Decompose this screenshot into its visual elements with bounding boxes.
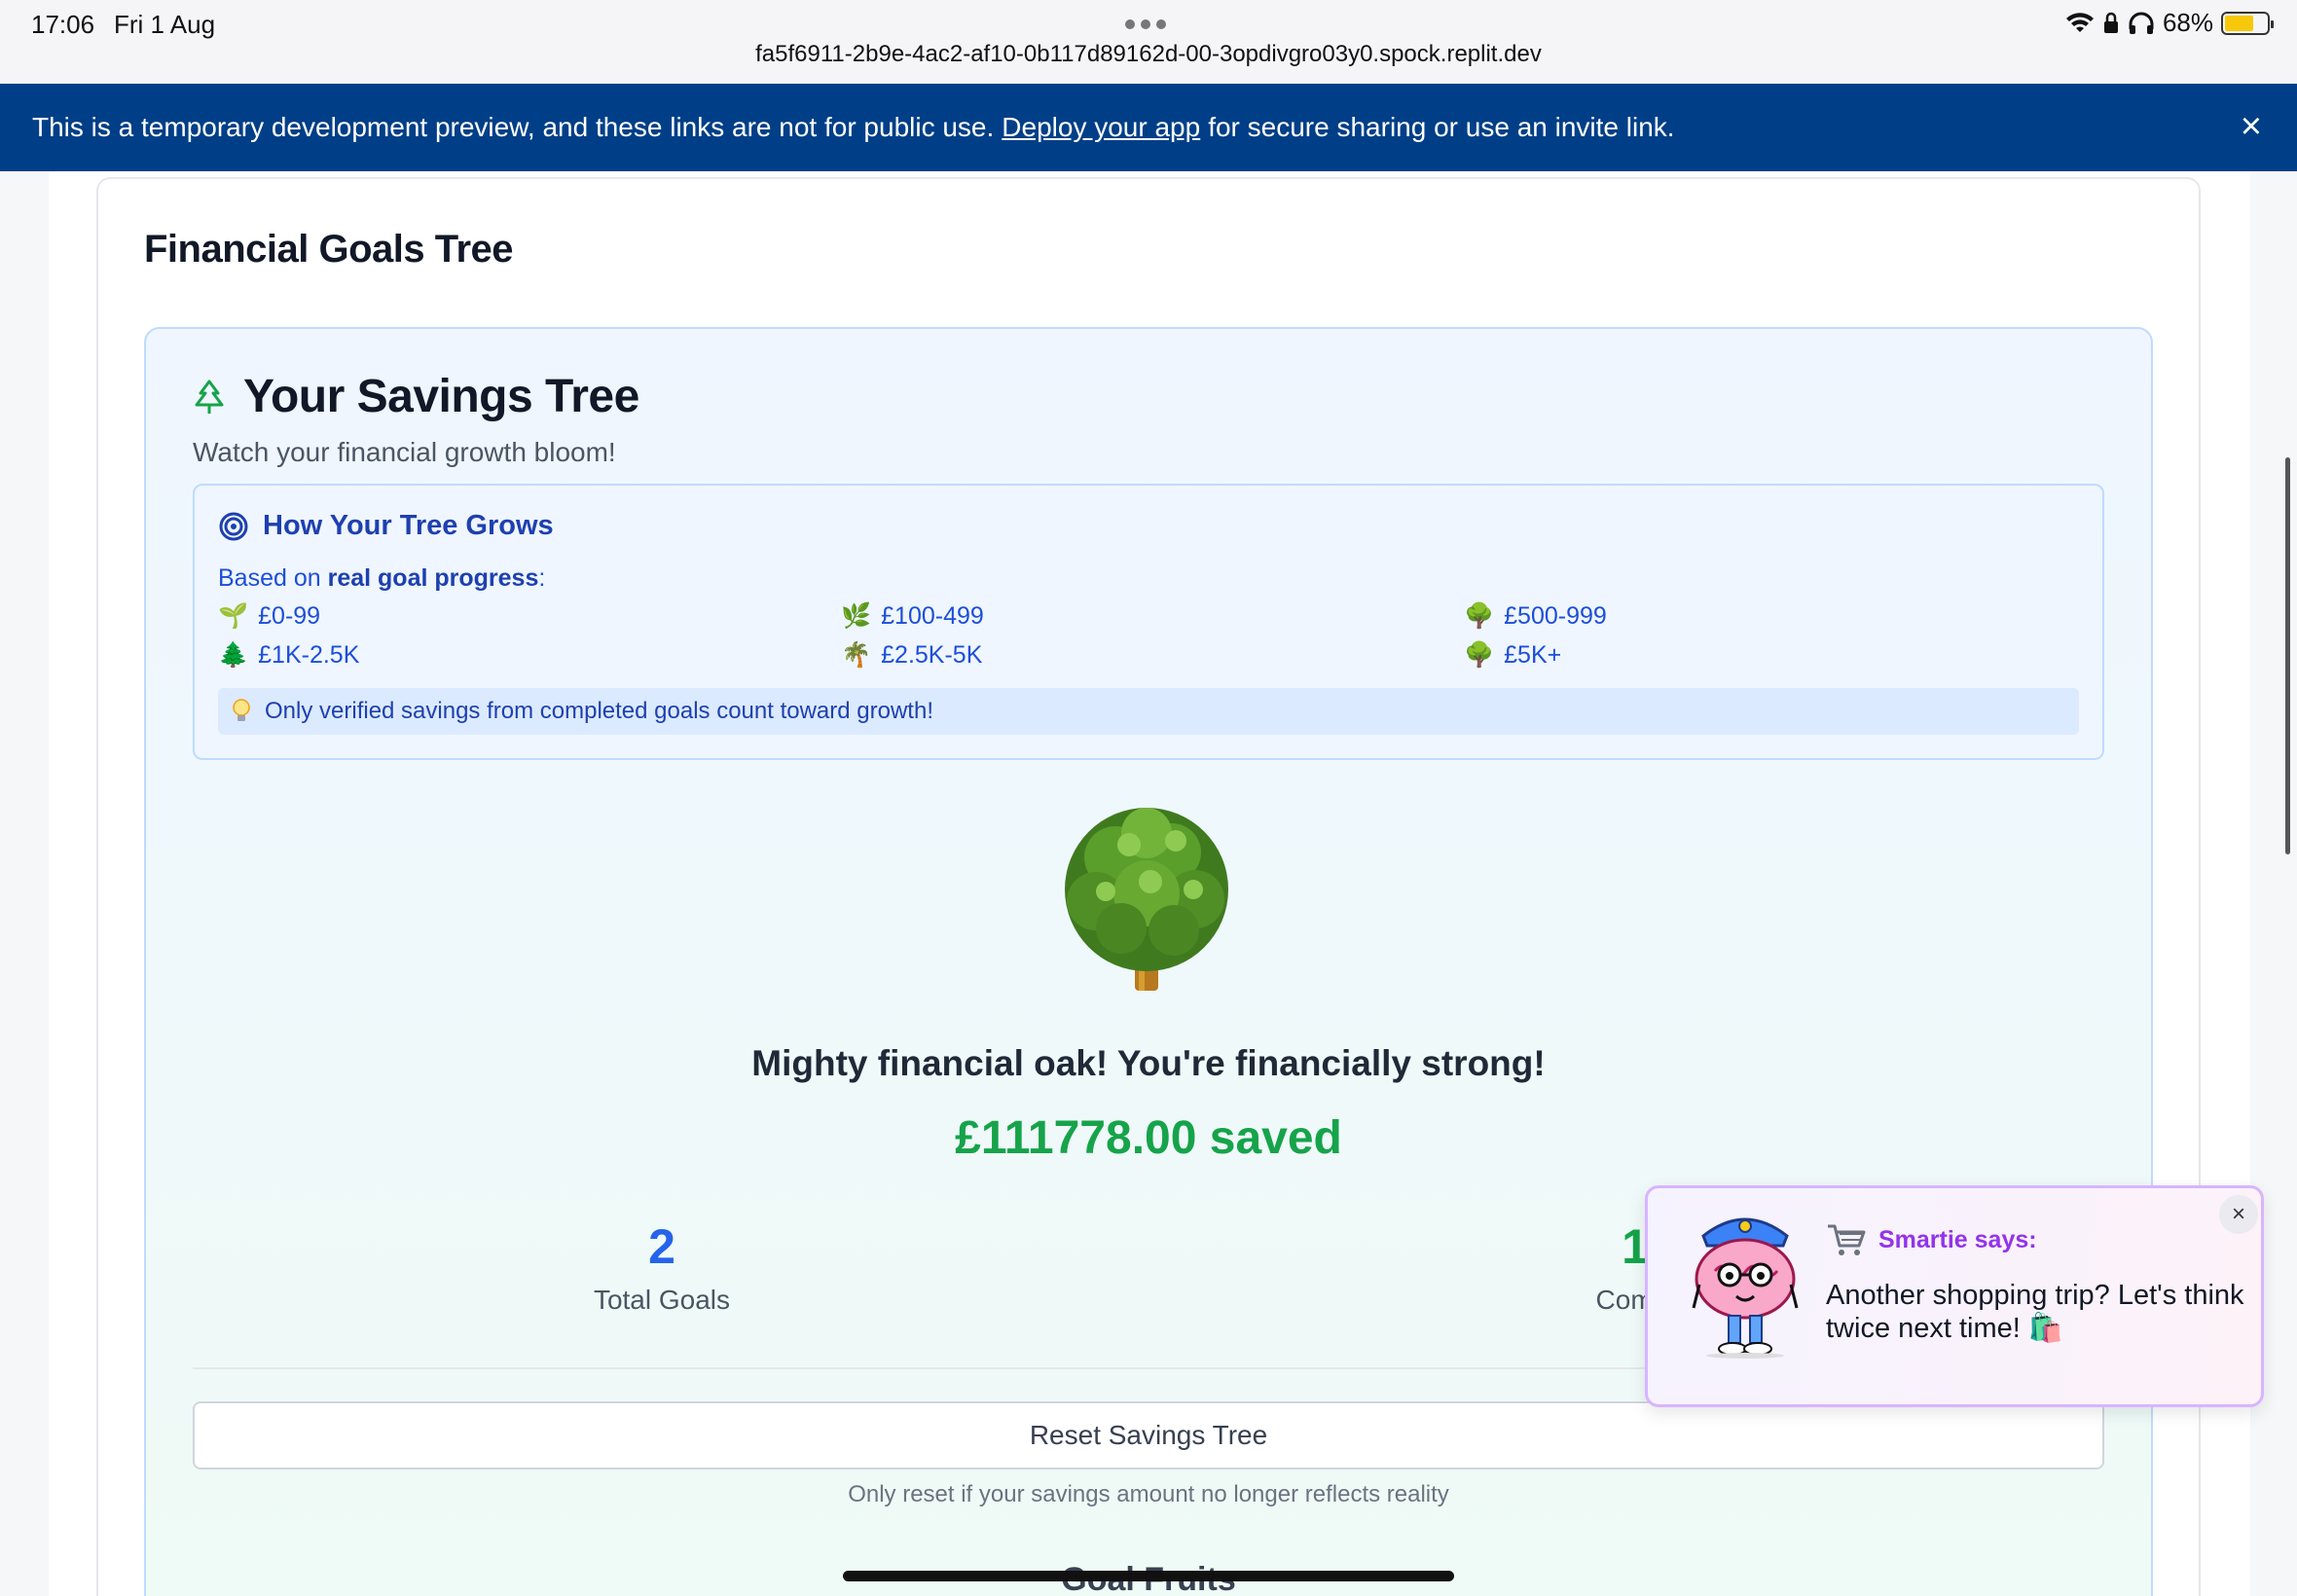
page-title: Financial Goals Tree bbox=[144, 228, 514, 271]
stage-label: £1K-2.5K bbox=[258, 641, 360, 669]
toast-header: Smartie says: bbox=[1826, 1222, 2037, 1257]
palm-tree-icon: 🌴 bbox=[841, 641, 872, 669]
growth-tip-text: Only verified savings from completed goa… bbox=[265, 698, 933, 724]
headphones-icon bbox=[2129, 12, 2154, 34]
smartie-brain-mascot bbox=[1692, 1217, 1799, 1359]
toast-message: Another shopping trip? Let's think twice… bbox=[1826, 1280, 2244, 1344]
stage-label: £0-99 bbox=[258, 602, 321, 630]
basis-suffix: : bbox=[538, 564, 546, 592]
stage-label: £500-999 bbox=[1504, 602, 1607, 630]
savings-tree-header: Your Savings Tree bbox=[193, 370, 639, 423]
battery-icon bbox=[2221, 11, 2274, 35]
basis-prefix: Based on bbox=[218, 564, 321, 592]
savings-tree-subtitle: Watch your financial growth bloom! bbox=[193, 437, 616, 467]
tree-icon bbox=[195, 380, 224, 414]
status-indicators: 68% bbox=[2065, 8, 2274, 38]
shopping-cart-icon bbox=[1828, 1224, 1866, 1255]
how-tree-grows-heading: How Your Tree Grows bbox=[218, 510, 554, 542]
lightbulb-icon bbox=[233, 699, 250, 721]
how-tree-grows-title: How Your Tree Grows bbox=[263, 510, 554, 541]
dev-preview-banner: This is a temporary development preview,… bbox=[0, 84, 2297, 171]
basis-bold: real goal progress bbox=[327, 564, 539, 592]
scrollbar-thumb[interactable] bbox=[2285, 457, 2290, 854]
stage-item: 🌳 £5K+ bbox=[1464, 641, 1561, 670]
stage-item: 🌴 £2.5K-5K bbox=[841, 641, 982, 670]
stage-item: 🌿 £100-499 bbox=[841, 602, 984, 631]
herb-icon: 🌿 bbox=[841, 602, 872, 630]
battery-percent: 68% bbox=[2162, 8, 2213, 37]
reset-note: Only reset if your savings amount no lon… bbox=[848, 1481, 1449, 1507]
growth-tip: Only verified savings from completed goa… bbox=[218, 688, 2079, 735]
toast-close-button[interactable]: × bbox=[2219, 1195, 2258, 1234]
total-goals-value: 2 bbox=[648, 1219, 675, 1274]
deploy-app-link[interactable]: Deploy your app bbox=[1002, 112, 1200, 143]
tree-status-message: Mighty financial oak! You're financially… bbox=[751, 1043, 1546, 1083]
oak-tree-illustration bbox=[1065, 808, 1228, 991]
total-goals-label: Total Goals bbox=[593, 1285, 731, 1315]
stage-item: 🌱 £0-99 bbox=[218, 602, 320, 631]
status-date: Fri 1 Aug bbox=[114, 10, 216, 39]
target-icon bbox=[219, 512, 248, 540]
saved-amount: £111778.00 saved bbox=[955, 1112, 1342, 1164]
seedling-icon: 🌱 bbox=[218, 602, 249, 630]
status-bar: 17:06 Fri 1 Aug 68% fa5f6911-2b9e-4ac2-a… bbox=[0, 0, 2297, 84]
banner-text-before: This is a temporary development preview,… bbox=[32, 112, 995, 142]
savings-tree-title: Your Savings Tree bbox=[243, 371, 639, 422]
lock-rotation-icon bbox=[2103, 12, 2118, 33]
address-bar-url[interactable]: fa5f6911-2b9e-4ac2-af10-0b117d89162d-00-… bbox=[0, 41, 2297, 68]
toast-sender: Smartie says: bbox=[1878, 1225, 2037, 1253]
growth-basis: Based on real goal progress: bbox=[218, 564, 545, 593]
evergreen-icon: 🌲 bbox=[218, 641, 249, 669]
reset-savings-tree-button[interactable]: Reset Savings Tree bbox=[193, 1401, 2104, 1469]
stage-item: 🌲 £1K-2.5K bbox=[218, 641, 359, 670]
banner-close-icon[interactable]: × bbox=[2241, 107, 2262, 146]
wifi-icon bbox=[2065, 12, 2094, 32]
banner-text-after: for secure sharing or use an invite link… bbox=[1208, 112, 1675, 142]
stage-label: £5K+ bbox=[1504, 641, 1562, 669]
home-indicator[interactable] bbox=[843, 1571, 1454, 1581]
stage-label: £2.5K-5K bbox=[881, 641, 983, 669]
stage-item: 🌳 £500-999 bbox=[1464, 602, 1607, 631]
tree-icon: 🌳 bbox=[1464, 641, 1495, 669]
stage-label: £100-499 bbox=[881, 602, 984, 630]
multitasking-dots-icon[interactable] bbox=[1125, 19, 1166, 29]
tree-icon: 🌳 bbox=[1464, 602, 1495, 630]
status-time: 17:06 bbox=[31, 10, 95, 39]
